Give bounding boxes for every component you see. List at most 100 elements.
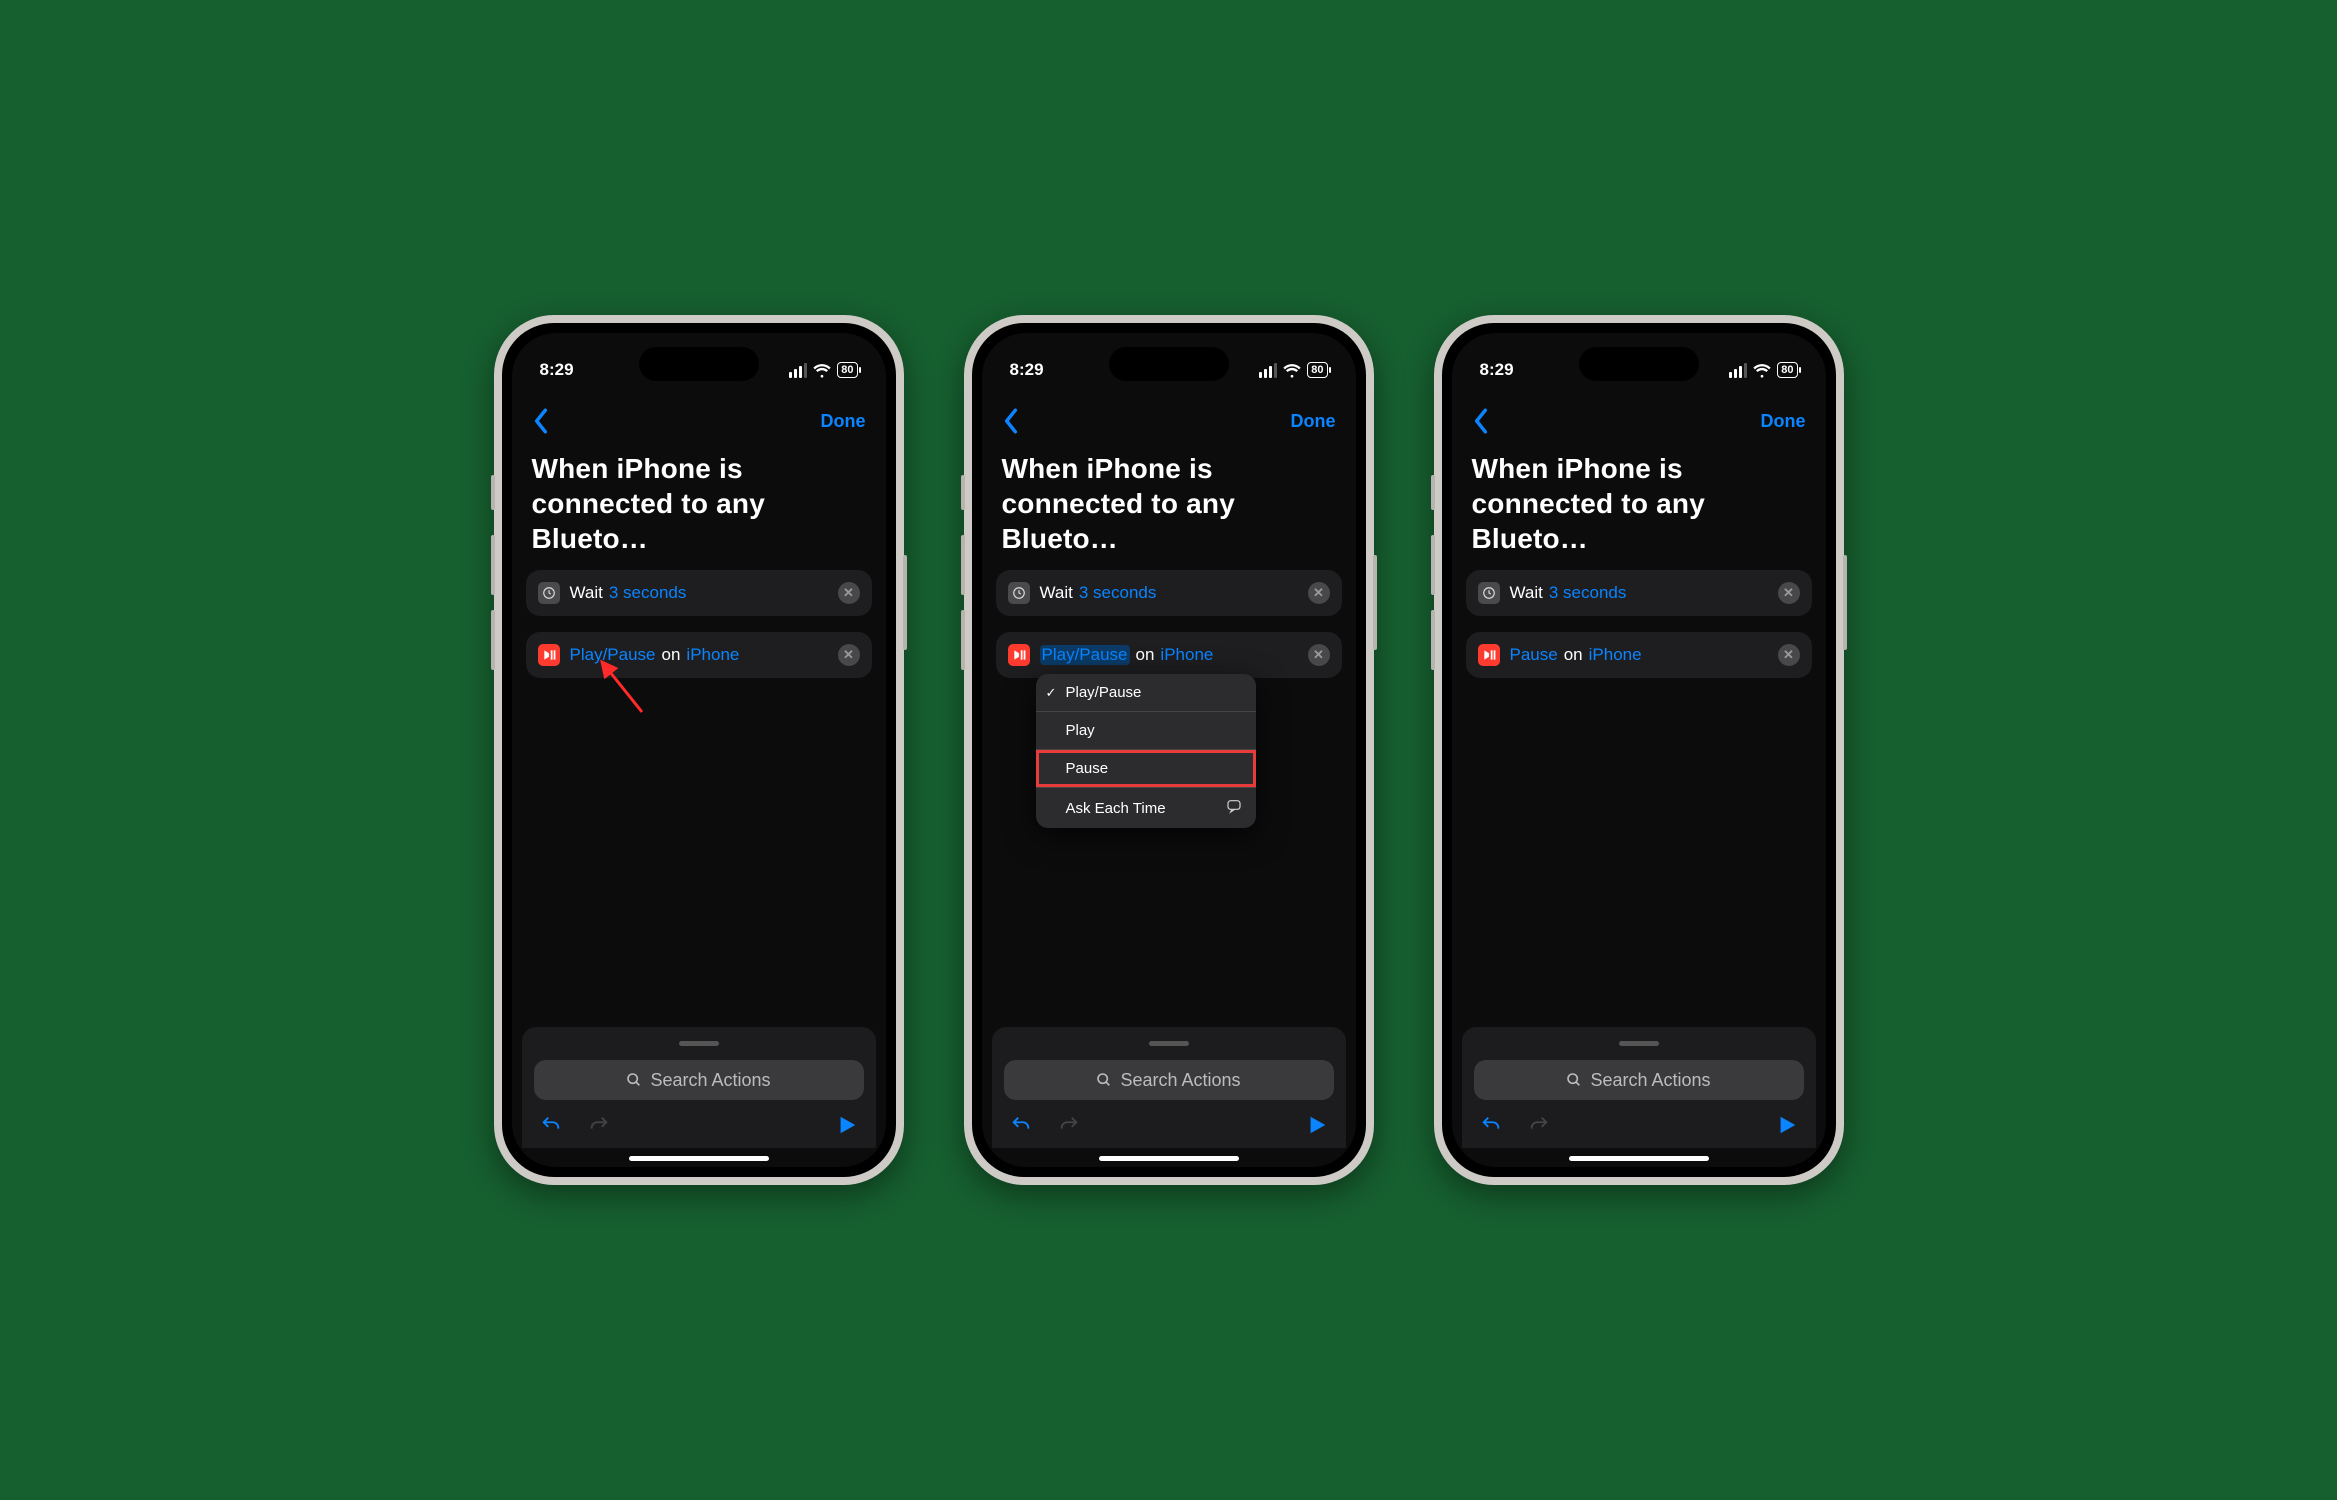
- volume-up-button: [1431, 535, 1435, 595]
- volume-down-button: [961, 610, 965, 670]
- power-button: [1373, 555, 1377, 650]
- wifi-icon: [1753, 361, 1771, 379]
- connector-on: on: [662, 645, 681, 665]
- actions-sheet[interactable]: Search Actions: [992, 1027, 1346, 1148]
- dynamic-island: [1579, 347, 1699, 381]
- action-wait[interactable]: Wait 3 seconds ✕: [996, 570, 1342, 616]
- wait-duration-param[interactable]: 3 seconds: [1079, 583, 1157, 603]
- search-placeholder: Search Actions: [1590, 1070, 1710, 1091]
- remove-action-button[interactable]: ✕: [838, 644, 860, 666]
- mute-switch: [1431, 475, 1435, 510]
- device-param[interactable]: iPhone: [1589, 645, 1642, 665]
- undo-button[interactable]: [540, 1114, 562, 1136]
- sheet-handle[interactable]: [679, 1041, 719, 1046]
- redo-button[interactable]: [1528, 1114, 1550, 1136]
- automation-title: When iPhone is connected to any Blueto…: [982, 445, 1356, 570]
- volume-up-button: [961, 535, 965, 595]
- clock-icon: [1478, 582, 1500, 604]
- screen-3: 8:29 80 Done When iPhone is connected to…: [1452, 333, 1826, 1167]
- clock-icon: [538, 582, 560, 604]
- screen-2: 8:29 80 Done When iPhone is connected to…: [982, 333, 1356, 1167]
- clock-icon: [1008, 582, 1030, 604]
- editor-toolbar: [534, 1100, 864, 1140]
- search-icon: [1096, 1072, 1112, 1088]
- wait-label: Wait: [1040, 583, 1073, 603]
- play-mode-param[interactable]: Play/Pause: [570, 645, 656, 665]
- phone-frame-2: 8:29 80 Done When iPhone is connected to…: [964, 315, 1374, 1185]
- play-pause-icon: [1008, 644, 1030, 666]
- editor-toolbar: [1474, 1100, 1804, 1140]
- action-play-pause[interactable]: Play/Pause on iPhone ✕ Play/Pause Play P…: [996, 632, 1342, 678]
- nav-bar: Done: [982, 397, 1356, 445]
- actions-sheet[interactable]: Search Actions: [522, 1027, 876, 1148]
- remove-action-button[interactable]: ✕: [1778, 582, 1800, 604]
- back-button[interactable]: [532, 408, 550, 434]
- back-button[interactable]: [1472, 408, 1490, 434]
- cellular-icon: [1729, 363, 1747, 378]
- editor-toolbar: [1004, 1100, 1334, 1140]
- battery-icon: 80: [1777, 362, 1797, 378]
- cellular-icon: [789, 363, 807, 378]
- wait-duration-param[interactable]: 3 seconds: [1549, 583, 1627, 603]
- device-param[interactable]: iPhone: [1160, 645, 1213, 665]
- run-button[interactable]: [836, 1114, 858, 1136]
- remove-action-button[interactable]: ✕: [1308, 644, 1330, 666]
- sheet-handle[interactable]: [1149, 1041, 1189, 1046]
- done-button[interactable]: Done: [1291, 411, 1336, 432]
- search-icon: [626, 1072, 642, 1088]
- status-time: 8:29: [1480, 360, 1514, 380]
- undo-button[interactable]: [1480, 1114, 1502, 1136]
- search-placeholder: Search Actions: [1120, 1070, 1240, 1091]
- device-param[interactable]: iPhone: [686, 645, 739, 665]
- wait-label: Wait: [1510, 583, 1543, 603]
- volume-down-button: [1431, 610, 1435, 670]
- action-wait[interactable]: Wait 3 seconds ✕: [526, 570, 872, 616]
- status-time: 8:29: [540, 360, 574, 380]
- redo-button[interactable]: [588, 1114, 610, 1136]
- power-button: [1843, 555, 1847, 650]
- dynamic-island: [1109, 347, 1229, 381]
- popover-option-ask-each-time[interactable]: Ask Each Time: [1036, 788, 1256, 828]
- search-actions-field[interactable]: Search Actions: [1004, 1060, 1334, 1100]
- play-mode-popover: Play/Pause Play Pause Ask Each Time: [1036, 674, 1256, 828]
- connector-on: on: [1136, 645, 1155, 665]
- action-play-pause[interactable]: Pause on iPhone ✕: [1466, 632, 1812, 678]
- action-play-pause[interactable]: Play/Pause on iPhone ✕: [526, 632, 872, 678]
- popover-option-play-pause[interactable]: Play/Pause: [1036, 674, 1256, 712]
- cellular-icon: [1259, 363, 1277, 378]
- search-actions-field[interactable]: Search Actions: [534, 1060, 864, 1100]
- dynamic-island: [639, 347, 759, 381]
- phone-frame-1: 8:29 80 Done When iPhone is connected to…: [494, 315, 904, 1185]
- home-indicator[interactable]: [1569, 1156, 1709, 1161]
- play-pause-icon: [1478, 644, 1500, 666]
- status-time: 8:29: [1010, 360, 1044, 380]
- wait-label: Wait: [570, 583, 603, 603]
- play-pause-icon: [538, 644, 560, 666]
- run-button[interactable]: [1776, 1114, 1798, 1136]
- wait-duration-param[interactable]: 3 seconds: [609, 583, 687, 603]
- done-button[interactable]: Done: [1761, 411, 1806, 432]
- redo-button[interactable]: [1058, 1114, 1080, 1136]
- remove-action-button[interactable]: ✕: [1778, 644, 1800, 666]
- action-wait[interactable]: Wait 3 seconds ✕: [1466, 570, 1812, 616]
- sheet-handle[interactable]: [1619, 1041, 1659, 1046]
- done-button[interactable]: Done: [821, 411, 866, 432]
- home-indicator[interactable]: [1099, 1156, 1239, 1161]
- remove-action-button[interactable]: ✕: [1308, 582, 1330, 604]
- connector-on: on: [1564, 645, 1583, 665]
- automation-title: When iPhone is connected to any Blueto…: [512, 445, 886, 570]
- search-actions-field[interactable]: Search Actions: [1474, 1060, 1804, 1100]
- home-indicator[interactable]: [629, 1156, 769, 1161]
- play-mode-param[interactable]: Pause: [1510, 645, 1558, 665]
- mute-switch: [491, 475, 495, 510]
- run-button[interactable]: [1306, 1114, 1328, 1136]
- remove-action-button[interactable]: ✕: [838, 582, 860, 604]
- ask-each-time-icon: [1226, 798, 1242, 818]
- play-mode-param[interactable]: Play/Pause: [1040, 645, 1130, 665]
- back-button[interactable]: [1002, 408, 1020, 434]
- popover-option-play[interactable]: Play: [1036, 712, 1256, 750]
- undo-button[interactable]: [1010, 1114, 1032, 1136]
- popover-option-pause[interactable]: Pause: [1036, 750, 1256, 788]
- volume-down-button: [491, 610, 495, 670]
- actions-sheet[interactable]: Search Actions: [1462, 1027, 1816, 1148]
